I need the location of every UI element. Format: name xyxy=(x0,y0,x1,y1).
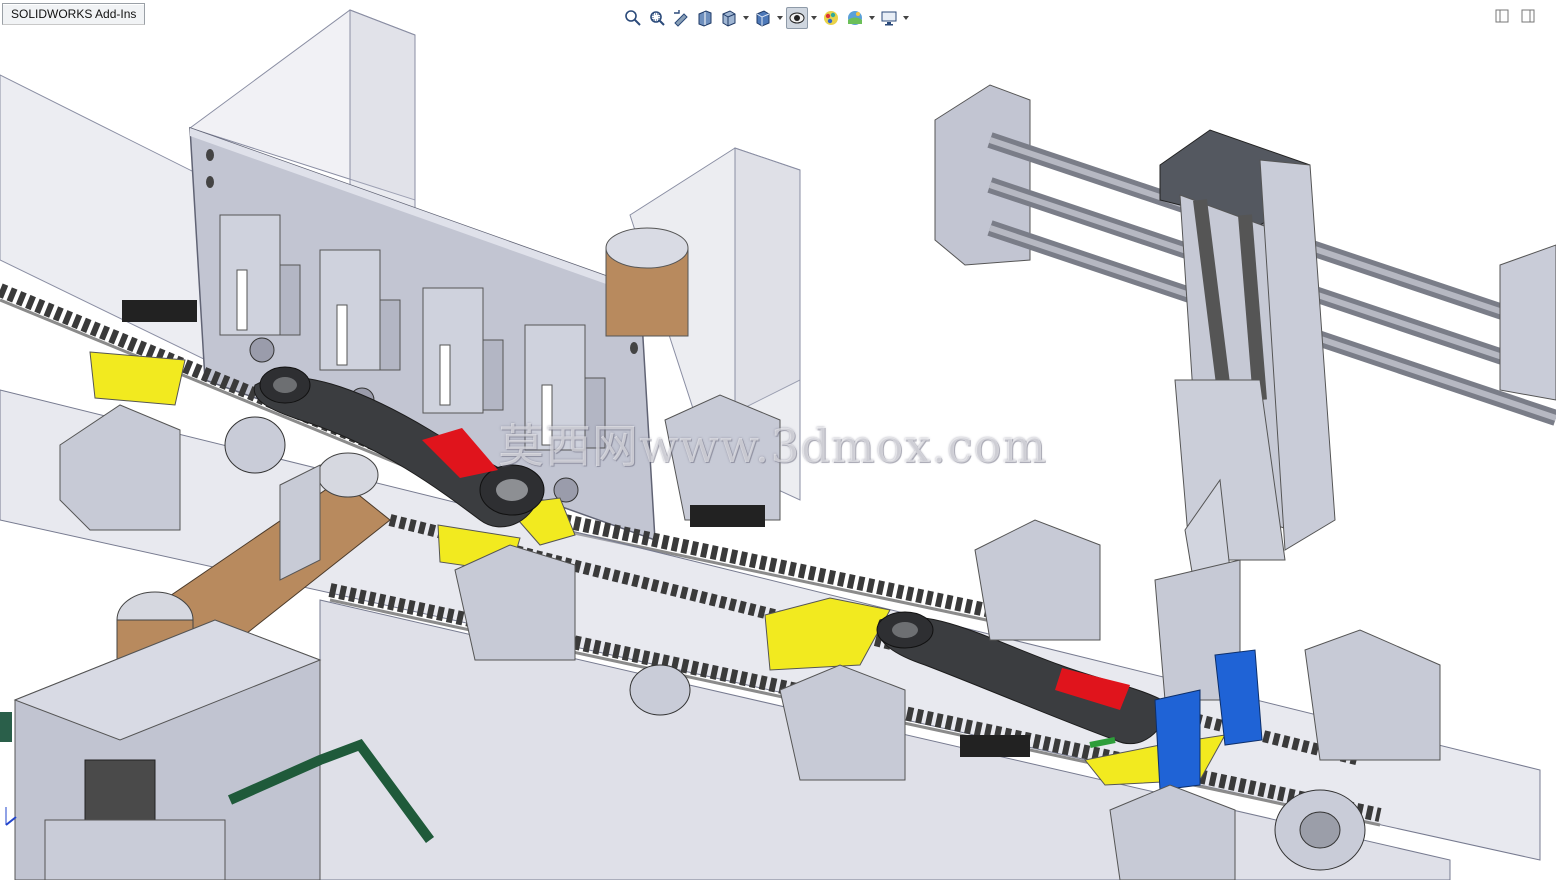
view-orientation-icon[interactable] xyxy=(718,7,740,29)
restore-panel-icon[interactable] xyxy=(1494,8,1510,24)
view-settings-icon[interactable] xyxy=(878,7,900,29)
hide-show-dropdown-icon[interactable] xyxy=(810,7,818,29)
reference-triad-icon xyxy=(5,807,17,826)
apply-scene-icon[interactable] xyxy=(844,7,866,29)
display-style-dropdown-icon[interactable] xyxy=(776,7,784,29)
zoom-to-fit-icon[interactable] xyxy=(622,7,644,29)
view-orientation-dropdown-icon[interactable] xyxy=(742,7,750,29)
heads-up-view-toolbar xyxy=(622,5,910,31)
display-style-icon[interactable] xyxy=(752,7,774,29)
view-settings-dropdown-icon[interactable] xyxy=(902,7,910,29)
hide-show-items-icon[interactable] xyxy=(786,7,808,29)
motor-canister xyxy=(605,227,689,337)
edit-appearance-icon[interactable] xyxy=(820,7,842,29)
apply-scene-dropdown-icon[interactable] xyxy=(868,7,876,29)
zoom-to-area-icon[interactable] xyxy=(646,7,668,29)
previous-view-icon[interactable] xyxy=(670,7,692,29)
section-view-icon[interactable] xyxy=(694,7,716,29)
tab-solidworks-add-ins[interactable]: SOLIDWORKS Add-Ins xyxy=(2,3,146,25)
watermark-text: 莫西网www.3dmox.com xyxy=(498,419,1047,473)
expand-panel-icon[interactable] xyxy=(1520,8,1536,24)
